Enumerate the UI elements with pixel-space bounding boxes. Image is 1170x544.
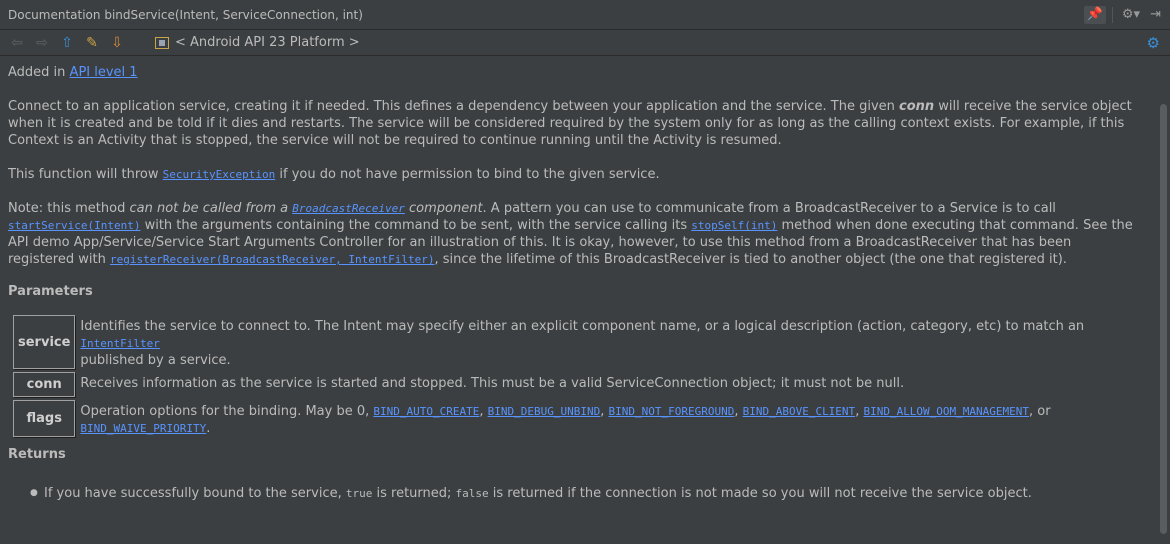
added-prefix: Added in [8, 65, 70, 80]
param-row-flags: flags Operation options for the binding.… [13, 400, 1135, 437]
param-row-conn: conn Receives information as the service… [13, 372, 1135, 397]
settings-icon[interactable]: ⚙ [1147, 34, 1160, 52]
library-name: < Android API 23 Platform > [175, 35, 360, 50]
param-name-service: service [13, 315, 76, 369]
param-row-service: service Identifies the service to connec… [13, 315, 1135, 369]
scrollbar-thumb[interactable] [1160, 104, 1167, 534]
param-name-conn: conn [13, 372, 76, 397]
forward-arrow-icon[interactable]: ⇨ [33, 34, 51, 52]
note-text-e: , since the lifetime of this BroadcastRe… [434, 252, 1067, 267]
vertical-scrollbar[interactable] [1156, 56, 1170, 542]
ret-true: true [345, 487, 373, 500]
note-em-1: can not be called from a [129, 201, 293, 216]
ret-text-c: is returned if the connection is not mad… [488, 486, 1032, 501]
flag-link-not-foreground[interactable]: BIND_NOT_FOREGROUND [608, 405, 734, 418]
divider [1111, 6, 1113, 23]
note-paragraph: Note: this method can not be called from… [8, 200, 1140, 268]
ret-text-b: is returned; [372, 486, 456, 501]
param-service-text-b: published by a service. [80, 353, 231, 368]
documentation-body: Added in API level 1 Connect to an appli… [0, 56, 1154, 542]
added-in: Added in API level 1 [8, 64, 1140, 81]
flag-link-debug-unbind[interactable]: BIND_DEBUG_UNBIND [488, 405, 601, 418]
flag-link-waive-priority[interactable]: BIND_WAIVE_PRIORITY [80, 422, 206, 435]
security-exception-link[interactable]: SecurityException [163, 168, 276, 181]
register-receiver-link[interactable]: registerReceiver(BroadcastReceiver, Inte… [110, 253, 435, 266]
returns-item: If you have successfully bound to the se… [30, 485, 1140, 502]
note-text-b: . A pattern you can use to communicate f… [482, 201, 1056, 216]
param-service-text-a: Identifies the service to connect to. Th… [80, 319, 1085, 334]
param-desc-conn: Receives information as the service is s… [80, 376, 905, 391]
returns-list: If you have successfully bound to the se… [8, 485, 1140, 502]
stop-self-link[interactable]: stopSelf(int) [691, 219, 777, 232]
hide-panel-icon[interactable]: ⇥ [1147, 6, 1164, 24]
returns-heading: Returns [8, 447, 66, 462]
desc-text-a: Connect to an application service, creat… [8, 99, 900, 114]
up-arrow-icon[interactable]: ⇧ [58, 34, 76, 52]
parameters-heading: Parameters [8, 284, 93, 299]
parameters-table: service Identifies the service to connec… [8, 312, 1140, 440]
back-arrow-icon[interactable]: ⇦ [8, 34, 26, 52]
settings-gear-icon[interactable]: ⚙▾ [1119, 6, 1143, 24]
ret-false: false [455, 487, 489, 500]
param-flags-text-a: Operation options for the binding. May b… [80, 404, 374, 419]
note-emphasis: can not be called from a BroadcastReceiv… [129, 201, 482, 216]
library-label[interactable]: < Android API 23 Platform > [155, 35, 360, 50]
flags-end: . [206, 421, 211, 436]
api-level-link[interactable]: API level 1 [70, 65, 138, 80]
window-titlebar: Documentation bindService(Intent, Servic… [0, 0, 1170, 30]
throws-text-b: if you do not have permission to bind to… [275, 167, 660, 182]
start-service-link[interactable]: startService(Intent) [8, 219, 140, 232]
throws-text-a: This function will throw [8, 167, 163, 182]
flag-link-allow-oom[interactable]: BIND_ALLOW_OOM_MANAGEMENT [863, 405, 1029, 418]
param-desc-flags: Operation options for the binding. May b… [80, 404, 1051, 436]
description-paragraph: Connect to an application service, creat… [8, 98, 1140, 149]
throws-paragraph: This function will throw SecurityExcepti… [8, 166, 1140, 183]
ret-text-a: If you have successfully bound to the se… [44, 486, 346, 501]
external-doc-icon[interactable]: ⇩ [108, 34, 126, 52]
flag-link-auto-create[interactable]: BIND_AUTO_CREATE [373, 405, 479, 418]
pin-icon[interactable]: 📌 [1083, 5, 1106, 24]
doc-toolbar: ⇦ ⇨ ⇧ ✎ ⇩ < Android API 23 Platform > ⚙ [0, 30, 1170, 56]
param-desc-service: Identifies the service to connect to. Th… [80, 315, 1135, 369]
desc-conn: conn [899, 99, 935, 114]
window-title: Documentation bindService(Intent, Servic… [8, 7, 363, 22]
edit-source-icon[interactable]: ✎ [83, 34, 101, 52]
title-tools: 📌 ⚙▾ ⇥ [1083, 5, 1164, 24]
flags-or: , or [1029, 404, 1051, 419]
note-text-a: Note: this method [8, 201, 130, 216]
library-icon [155, 36, 169, 49]
note-em-2: component [404, 201, 483, 216]
note-text-c: with the arguments containing the comman… [140, 218, 692, 233]
broadcast-receiver-link[interactable]: BroadcastReceiver [292, 202, 405, 215]
param-name-flags: flags [13, 400, 76, 437]
flag-link-above-client[interactable]: BIND_ABOVE_CLIENT [743, 405, 856, 418]
intent-filter-link[interactable]: IntentFilter [80, 337, 159, 350]
